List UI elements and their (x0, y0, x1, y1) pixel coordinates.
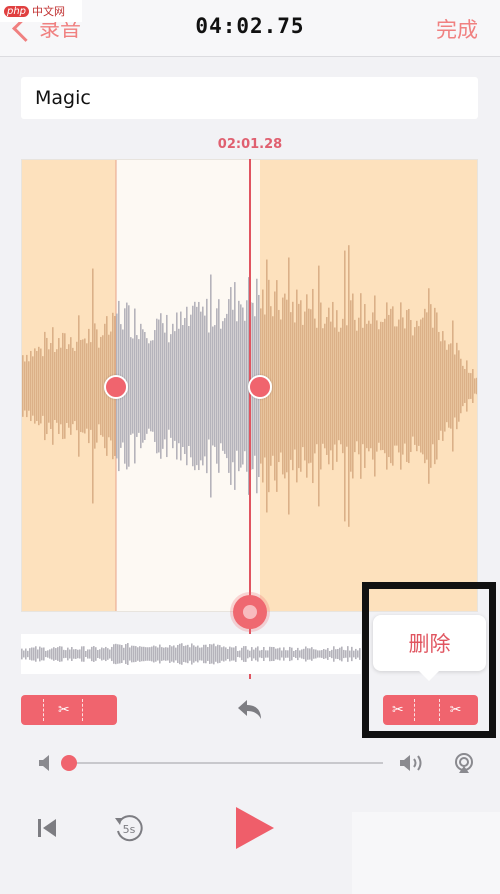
rewind-5s-button[interactable]: 5s (112, 812, 146, 844)
skip-to-start-icon (38, 819, 56, 837)
volume-knob[interactable] (61, 755, 77, 771)
speaker-high-icon (399, 753, 427, 777)
watermark-logo-text: 中文网 (32, 5, 66, 18)
recording-name-field[interactable]: Magic (21, 77, 478, 119)
playhead-time-label: 02:01.28 (217, 137, 283, 152)
volume-track[interactable] (68, 762, 383, 764)
playhead-knob[interactable] (233, 595, 267, 629)
skip-to-start-button[interactable] (36, 816, 58, 840)
rewind-5s-icon: 5s (115, 815, 143, 842)
scissors-icon: ✂ (449, 702, 462, 718)
done-button[interactable]: 完成 (436, 14, 478, 44)
blurred-region (352, 812, 500, 894)
scissors-icon: ✂ (58, 702, 70, 718)
overview-waveform-graphic (21, 643, 361, 665)
speaker-low-icon (38, 754, 52, 776)
delete-popup-button[interactable]: 删除 (373, 615, 486, 681)
delete-selection-button[interactable]: ✂ ✂ (383, 695, 478, 725)
trim-start-handle[interactable] (104, 375, 128, 399)
rewind-5s-label: 5s (123, 823, 136, 836)
watermark-logo-mark: php (4, 5, 30, 17)
trim-end-handle[interactable] (248, 375, 272, 399)
undo-button[interactable] (236, 697, 264, 723)
play-icon (236, 807, 274, 849)
airplay-icon[interactable] (453, 752, 475, 778)
scissors-icon: ✂ (392, 702, 404, 718)
watermark-logo: php 中文网 (0, 0, 82, 22)
waveform-overview[interactable] (21, 634, 361, 674)
undo-icon (238, 700, 261, 719)
trim-button[interactable]: ✂ (21, 695, 117, 725)
play-button[interactable] (232, 805, 276, 851)
